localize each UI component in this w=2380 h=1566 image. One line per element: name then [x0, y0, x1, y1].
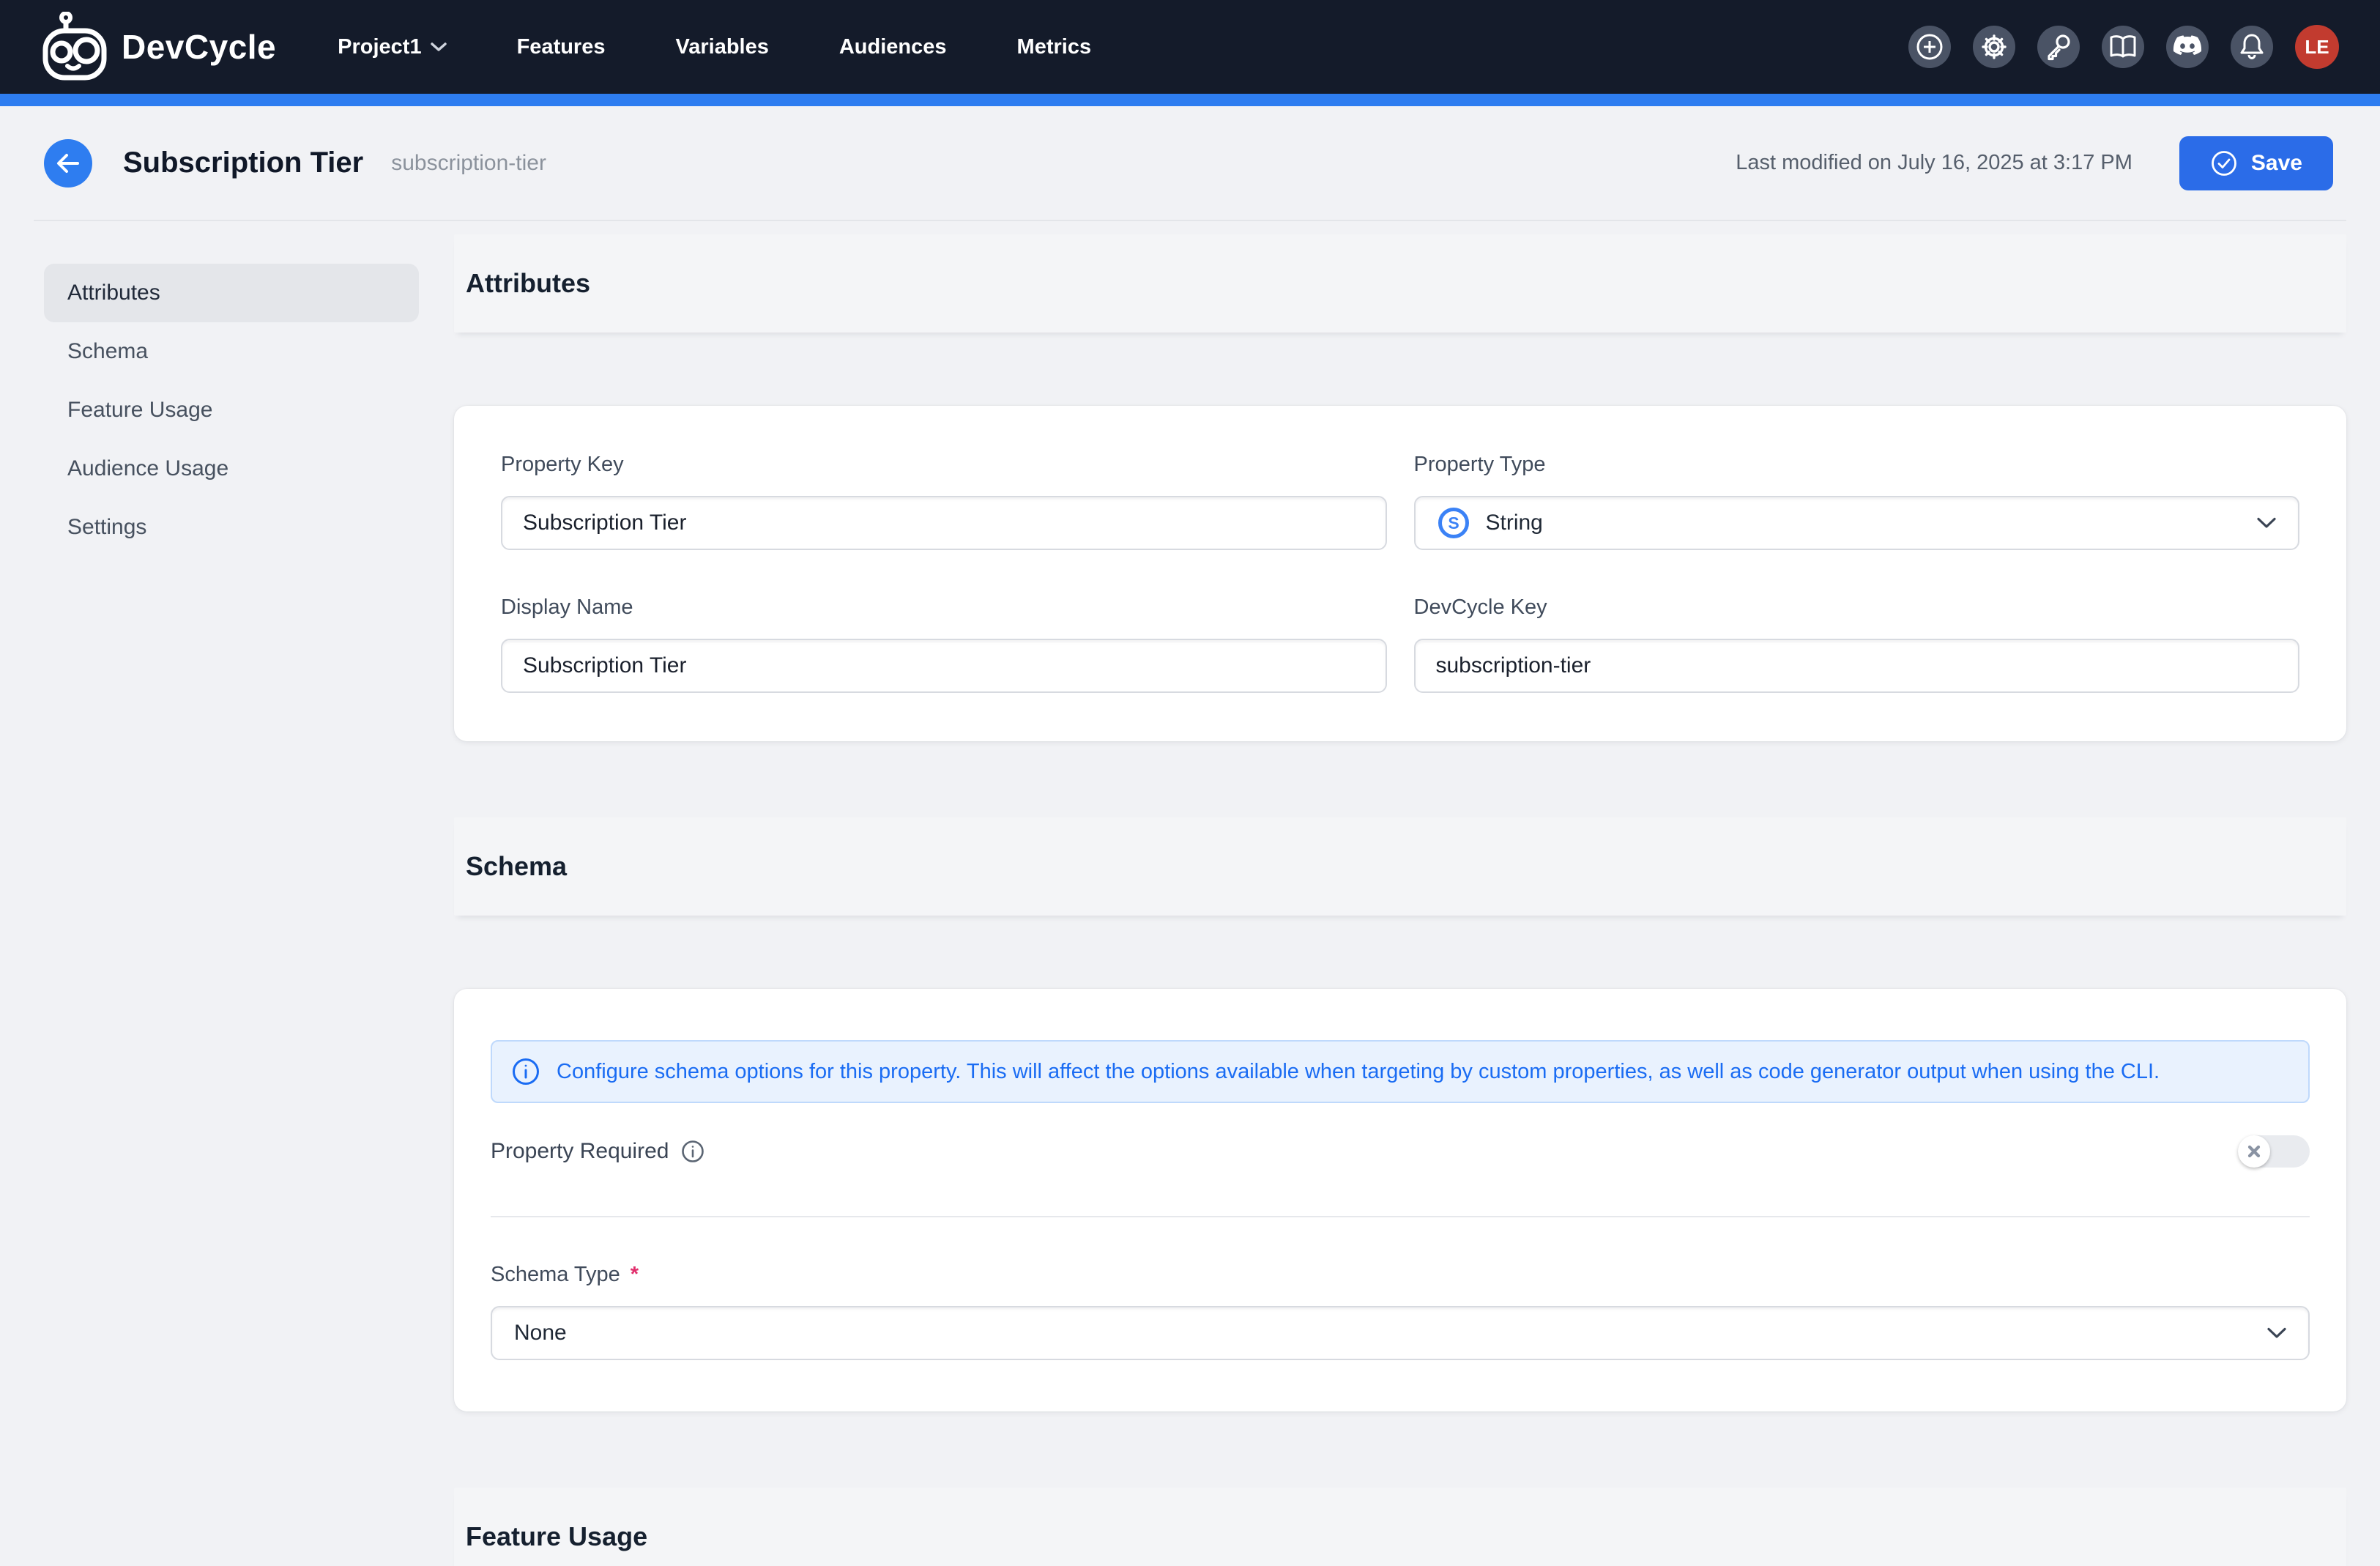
schema-card: Configure schema options for this proper…: [454, 989, 2346, 1411]
attributes-card: Property Key Property Type S String: [454, 406, 2346, 741]
brand-name: DevCycle: [122, 27, 276, 67]
nav-link-variables[interactable]: Variables: [675, 35, 768, 59]
api-keys-button[interactable]: [2037, 26, 2080, 68]
plus-circle-icon: [1915, 32, 1944, 62]
devcycle-key-input[interactable]: [1414, 639, 2300, 693]
nav-link-features[interactable]: Features: [517, 35, 606, 59]
schema-heading: Schema: [466, 851, 567, 882]
property-required-row: Property Required: [491, 1135, 2310, 1168]
sidebar-item-settings[interactable]: Settings: [44, 498, 419, 557]
required-asterisk: *: [631, 1263, 639, 1287]
property-required-label-text: Property Required: [491, 1139, 669, 1164]
property-type-value: String: [1486, 511, 1543, 535]
info-circle-icon: [680, 1139, 705, 1164]
project-selector-label: Project1: [338, 35, 421, 59]
property-key-input[interactable]: [501, 496, 1387, 550]
create-button[interactable]: [1908, 26, 1951, 68]
schema-type-select[interactable]: None: [491, 1306, 2310, 1360]
main-content: Attributes Property Key Property Type S: [454, 234, 2346, 1566]
brand[interactable]: DevCycle: [41, 12, 276, 82]
check-circle-icon: [2210, 149, 2238, 177]
save-button-label: Save: [2251, 151, 2302, 176]
save-button[interactable]: Save: [2179, 136, 2333, 190]
sidebar-item-schema[interactable]: Schema: [44, 322, 419, 381]
schema-section-header: Schema: [454, 817, 2346, 916]
string-type-icon: S: [1438, 507, 1470, 539]
section-sidebar: Attributes Schema Feature Usage Audience…: [44, 264, 419, 557]
property-required-label: Property Required: [491, 1139, 705, 1164]
chevron-down-icon: [431, 42, 447, 52]
property-key-field-block: Property Key: [501, 453, 1387, 550]
schema-type-label: Schema Type *: [491, 1263, 2310, 1287]
property-type-field-block: Property Type S String: [1414, 453, 2300, 550]
schema-info-banner: Configure schema options for this proper…: [491, 1040, 2310, 1103]
discord-icon: [2172, 34, 2203, 59]
chevron-down-icon: [2257, 517, 2276, 529]
page-title: Subscription Tier: [123, 146, 363, 179]
book-icon: [2108, 34, 2138, 60]
property-type-label: Property Type: [1414, 453, 2300, 477]
display-name-input[interactable]: [501, 639, 1387, 693]
user-avatar[interactable]: LE: [2295, 25, 2339, 69]
chevron-down-icon: [2267, 1327, 2286, 1339]
feature-usage-section-header: Feature Usage: [454, 1488, 2346, 1566]
settings-button[interactable]: [1973, 26, 2015, 68]
property-type-select[interactable]: S String: [1414, 496, 2300, 550]
page-header: Subscription Tier subscription-tier Last…: [0, 106, 2380, 220]
bell-icon: [2238, 32, 2266, 62]
discord-button[interactable]: [2166, 26, 2209, 68]
toggle-knob: [2238, 1135, 2270, 1168]
attributes-heading: Attributes: [466, 268, 590, 299]
docs-button[interactable]: [2102, 26, 2144, 68]
last-modified-text: Last modified on July 16, 2025 at 3:17 P…: [1736, 151, 2132, 175]
back-button[interactable]: [44, 139, 92, 188]
header-right: Last modified on July 16, 2025 at 3:17 P…: [1736, 136, 2333, 190]
display-name-field-block: Display Name: [501, 595, 1387, 693]
schema-type-value: None: [514, 1321, 567, 1346]
schema-type-field-block: Schema Type * None: [491, 1263, 2310, 1360]
svg-text:S: S: [1448, 513, 1459, 532]
devcycle-logo-icon: [41, 12, 108, 82]
nav-link-metrics[interactable]: Metrics: [1017, 35, 1092, 59]
sidebar-item-audience-usage[interactable]: Audience Usage: [44, 439, 419, 498]
feature-usage-heading: Feature Usage: [466, 1521, 647, 1552]
gear-icon: [1979, 32, 2009, 62]
notifications-button[interactable]: [2231, 26, 2273, 68]
accent-bar: [0, 94, 2380, 106]
nav-links: Project1 Features Variables Audiences Me…: [338, 35, 1091, 59]
devcycle-key-field-block: DevCycle Key: [1414, 595, 2300, 693]
schema-info-text: Configure schema options for this proper…: [557, 1060, 2160, 1084]
attributes-section-header: Attributes: [454, 234, 2346, 333]
page-key: subscription-tier: [391, 151, 546, 176]
nav-link-audiences[interactable]: Audiences: [839, 35, 947, 59]
nav-actions: LE: [1908, 25, 2339, 69]
schema-divider: [491, 1216, 2310, 1217]
property-required-toggle[interactable]: [2238, 1135, 2310, 1168]
sidebar-item-attributes[interactable]: Attributes: [44, 264, 419, 322]
sidebar-item-feature-usage[interactable]: Feature Usage: [44, 381, 419, 439]
key-icon: [2044, 32, 2073, 62]
project-selector[interactable]: Project1: [338, 35, 446, 59]
property-key-label: Property Key: [501, 453, 1387, 477]
display-name-label: Display Name: [501, 595, 1387, 620]
devcycle-key-label: DevCycle Key: [1414, 595, 2300, 620]
schema-type-label-text: Schema Type: [491, 1263, 620, 1287]
top-navbar: DevCycle Project1 Features Variables Aud…: [0, 0, 2380, 94]
info-icon: [511, 1057, 540, 1086]
arrow-left-icon: [56, 152, 81, 174]
